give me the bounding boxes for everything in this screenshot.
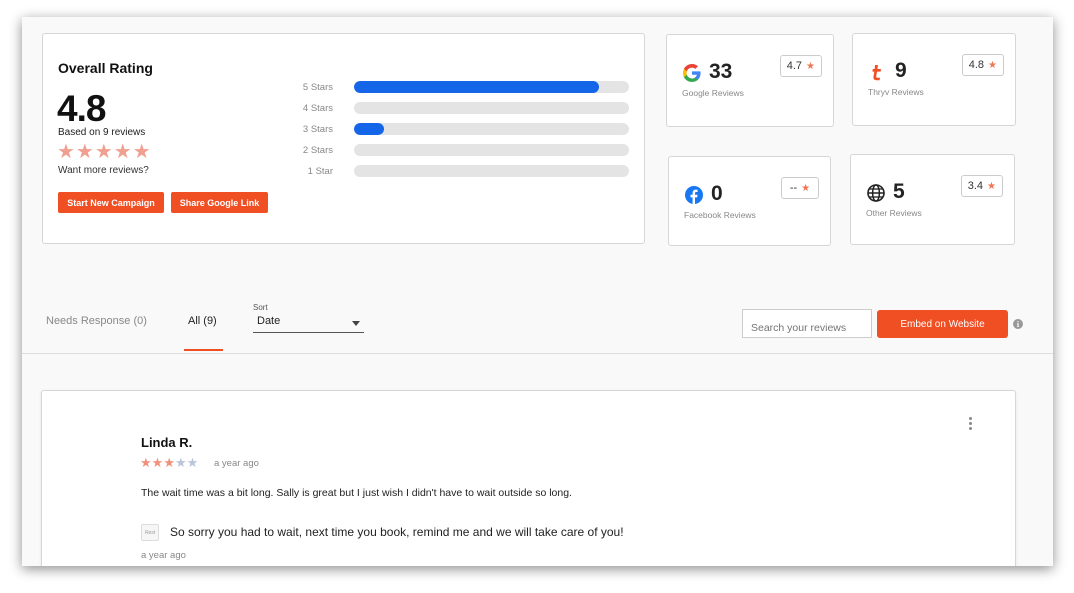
start-new-campaign-button[interactable]: Start New Campaign xyxy=(58,192,164,213)
thryv-reviews-card[interactable]: 9 Thryv Reviews 4.8 ★ xyxy=(852,33,1016,126)
sort-value: Date xyxy=(257,315,281,327)
star-icon: ★ xyxy=(174,455,187,470)
distribution-track xyxy=(354,144,629,156)
distribution-track xyxy=(354,165,629,177)
distribution-fill xyxy=(354,123,385,135)
other-rating-value: 3.4 xyxy=(967,180,984,192)
reviewer-name: Linda R. xyxy=(141,435,193,450)
review-time: a year ago xyxy=(214,458,259,469)
based-on-count: Based on 9 reviews xyxy=(58,127,146,138)
google-reviews-label: Google Reviews xyxy=(682,88,744,98)
tab-needs-response[interactable]: Needs Response (0) xyxy=(46,315,147,327)
star-icon: ★ xyxy=(987,180,996,192)
business-logo: Rest xyxy=(141,524,159,541)
review-card: Linda R. ★★★★★ a year ago The wait time … xyxy=(41,390,1016,566)
review-stars: ★★★★★ xyxy=(140,455,198,471)
google-rating-value: 4.7 xyxy=(786,60,803,72)
distribution-label: 3 Stars xyxy=(302,124,333,135)
info-icon[interactable]: i xyxy=(1013,319,1023,329)
overall-rating-card: Overall Rating 4.8 Based on 9 reviews ★★… xyxy=(42,33,645,244)
globe-icon xyxy=(867,184,885,202)
star-icon: ★ xyxy=(140,455,152,470)
other-rating-badge: 3.4 ★ xyxy=(960,175,1003,197)
distribution-row: 2 Stars xyxy=(283,143,633,164)
google-rating-badge: 4.7 ★ xyxy=(779,55,822,77)
distribution-label: 2 Stars xyxy=(302,145,333,156)
more-options-icon[interactable] xyxy=(969,417,973,432)
star-icon: ★ xyxy=(988,59,997,71)
star-icon: ★ xyxy=(801,182,811,194)
star-icon: ★ xyxy=(151,455,164,470)
star-icon: ★ xyxy=(163,455,175,470)
distribution-row: 4 Stars xyxy=(283,101,633,122)
star-icon: ★ xyxy=(186,455,199,470)
distribution-row: 5 Stars xyxy=(283,80,633,101)
search-input[interactable] xyxy=(742,309,872,338)
other-reviews-label: Other Reviews xyxy=(866,208,922,218)
reviews-dashboard: Overall Rating 4.8 Based on 9 reviews ★★… xyxy=(22,17,1053,566)
tab-all[interactable]: All (9) xyxy=(188,315,217,327)
facebook-review-count: 0 xyxy=(711,182,723,205)
distribution-row: 3 Stars xyxy=(283,122,633,143)
thryv-review-count: 9 xyxy=(895,59,907,82)
google-reviews-card[interactable]: 33 Google Reviews 4.7 ★ xyxy=(666,34,834,127)
thryv-rating-badge: 4.8 ★ xyxy=(961,54,1004,76)
overall-score: 4.8 xyxy=(57,88,106,129)
review-text: The wait time was a bit long. Sally is g… xyxy=(141,487,572,499)
thryv-reviews-label: Thryv Reviews xyxy=(868,87,924,97)
distribution-row: 1 Star xyxy=(283,164,633,185)
facebook-rating-badge: -- ★ xyxy=(781,177,819,199)
other-reviews-card[interactable]: 5 Other Reviews 3.4 ★ xyxy=(850,154,1015,245)
distribution-label: 4 Stars xyxy=(302,103,333,114)
facebook-icon xyxy=(685,186,703,204)
distribution-label: 1 Star xyxy=(307,166,333,177)
facebook-reviews-card[interactable]: 0 Facebook Reviews -- ★ xyxy=(668,156,831,246)
google-icon xyxy=(683,64,701,82)
share-google-link-button[interactable]: Share Google Link xyxy=(171,192,268,213)
reply-text: So sorry you had to wait, next time you … xyxy=(170,525,624,539)
rating-distribution: 5 Stars 4 Stars 3 Stars 2 Stars 1 Star xyxy=(283,80,633,185)
chevron-down-icon xyxy=(352,321,360,326)
sort-label: Sort xyxy=(253,303,268,312)
distribution-track xyxy=(354,123,629,135)
google-review-count: 33 xyxy=(709,60,733,83)
review-filter-bar: Needs Response (0) All (9) Sort Date Emb… xyxy=(22,293,1053,353)
distribution-fill xyxy=(354,81,599,93)
embed-on-website-button[interactable]: Embed on Website xyxy=(877,310,1008,338)
facebook-reviews-label: Facebook Reviews xyxy=(684,210,756,220)
star-icon: ★ xyxy=(806,60,815,72)
distribution-label: 5 Stars xyxy=(302,82,333,93)
reply-time: a year ago xyxy=(141,550,186,561)
other-review-count: 5 xyxy=(893,180,905,203)
sort-dropdown[interactable]: Date xyxy=(253,315,364,333)
want-more-reviews-text: Want more reviews? xyxy=(58,165,149,176)
distribution-track xyxy=(354,81,629,93)
thryv-icon xyxy=(872,65,881,81)
active-tab-indicator xyxy=(184,349,223,351)
overall-rating-title: Overall Rating xyxy=(58,60,153,76)
distribution-track xyxy=(354,102,629,114)
overall-stars: ★★★★★ xyxy=(57,141,152,163)
thryv-rating-value: 4.8 xyxy=(968,59,985,71)
facebook-rating-value: -- xyxy=(789,182,798,194)
section-divider xyxy=(22,353,1053,354)
